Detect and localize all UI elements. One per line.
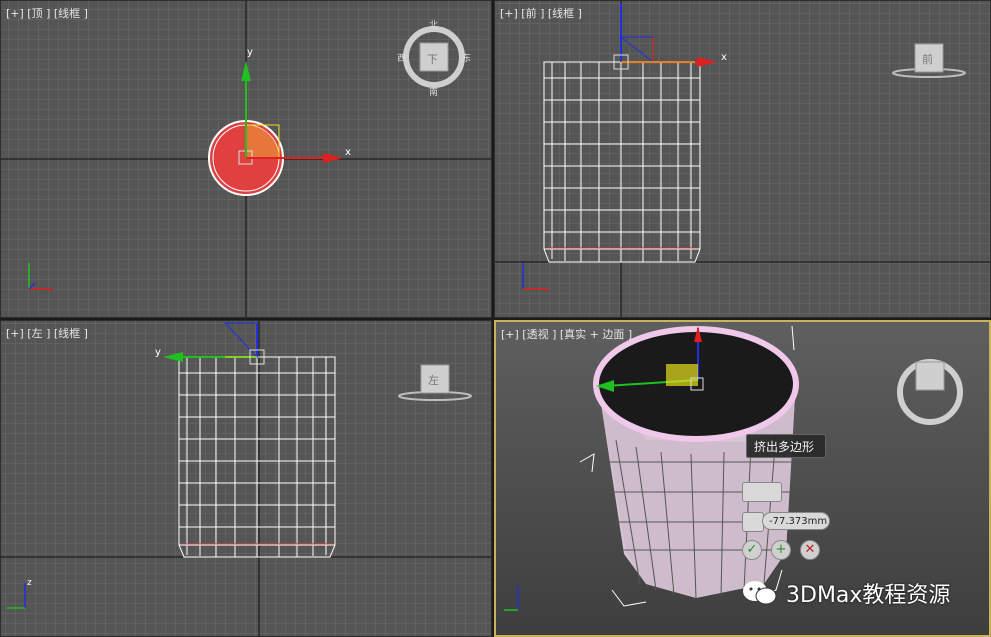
watermark: 3DMax教程资源	[740, 577, 950, 609]
viewport-label-perspective[interactable]: [+] [透视 ] [真实 + 边面 ]	[501, 326, 632, 342]
svg-text:左: 左	[428, 374, 439, 387]
viewport-label-top[interactable]: [+] [顶 ] [线框 ]	[6, 5, 88, 21]
grid-left: y z 左	[1, 321, 491, 636]
svg-text:z: z	[27, 578, 32, 588]
wechat-icon	[743, 581, 777, 605]
extrude-height-input[interactable]: -77.373mm	[762, 512, 830, 530]
grid-top: y x 下 北 南 东 西	[1, 1, 491, 317]
svg-text:x: x	[345, 147, 351, 158]
viewport-label-front[interactable]: [+] [前 ] [线框 ]	[500, 5, 582, 21]
caddy-title: 挤出多边形	[754, 440, 815, 454]
svg-text:y: y	[247, 47, 253, 58]
viewcube-perspective[interactable]	[897, 359, 963, 425]
ok-button[interactable]: ✓	[742, 540, 762, 560]
height-field-icon	[742, 512, 764, 532]
apply-and-continue-button[interactable]: +	[771, 540, 791, 560]
checkmark-icon: ✓	[746, 542, 758, 557]
svg-text:南: 南	[429, 86, 438, 98]
cancel-button[interactable]: ✕	[800, 540, 820, 560]
viewport-front[interactable]: x 前 [+] [前 ] [线框 ]	[494, 0, 991, 318]
viewport-top[interactable]: y x 下 北 南 东 西 [+] [顶 ] [线框 ]	[0, 0, 492, 318]
svg-text:西: 西	[397, 53, 406, 64]
svg-text:北: 北	[429, 20, 438, 31]
svg-text:前: 前	[922, 52, 933, 66]
viewport-label-left[interactable]: [+] [左 ] [线框 ]	[6, 325, 88, 341]
svg-text:y: y	[155, 347, 161, 358]
extrude-type-dropdown[interactable]	[742, 482, 782, 502]
svg-text:x: x	[721, 52, 727, 63]
x-icon: ✕	[804, 542, 816, 557]
svg-text:东: 东	[462, 52, 471, 64]
plus-icon: +	[775, 542, 787, 557]
grid-front: x 前	[495, 1, 990, 317]
watermark-text: 3DMax教程资源	[786, 583, 951, 608]
svg-text:下: 下	[427, 53, 438, 66]
viewport-left[interactable]: y z 左 [+] [左 ] [线框 ]	[0, 320, 492, 637]
